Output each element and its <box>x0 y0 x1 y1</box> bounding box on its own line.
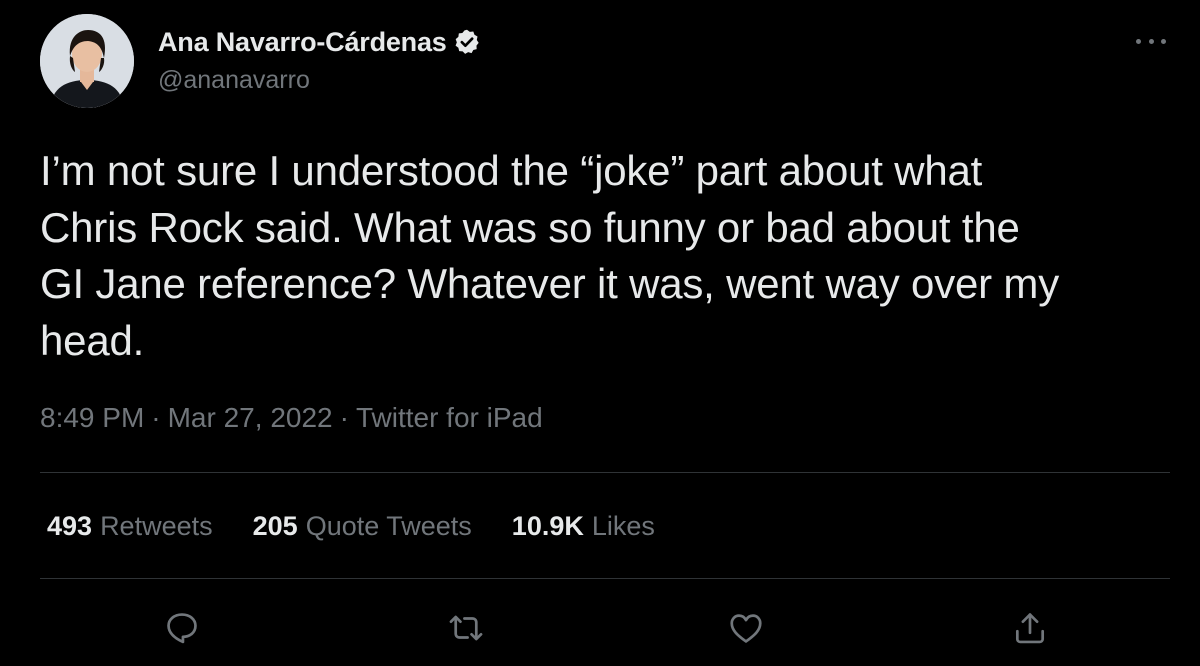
tweet-source[interactable]: Twitter for iPad <box>356 402 543 434</box>
more-options-icon[interactable] <box>1136 34 1166 48</box>
quote-tweets-label: Quote Tweets <box>305 510 472 541</box>
likes-stat[interactable]: 10.9K Likes <box>512 511 655 542</box>
tweet-time[interactable]: 8:49 PM <box>40 402 144 434</box>
like-button[interactable] <box>722 604 770 652</box>
reply-icon <box>167 613 197 644</box>
author-handle[interactable]: @ananavarro <box>158 66 310 95</box>
quote-tweets-stat[interactable]: 205 Quote Tweets <box>253 511 472 542</box>
retweets-stat[interactable]: 493 Retweets <box>47 511 213 542</box>
tweet-text: I’m not sure I understood the “joke” par… <box>40 147 1060 364</box>
retweets-count: 493 <box>47 510 93 541</box>
divider <box>40 578 1170 579</box>
tweet-actions <box>0 604 1200 652</box>
likes-label: Likes <box>591 510 655 541</box>
retweets-label: Retweets <box>100 510 213 541</box>
quote-tweets-count: 205 <box>252 510 298 541</box>
avatar-image <box>40 14 134 108</box>
author-name[interactable]: Ana Navarro-Cárdenas <box>158 27 447 58</box>
tweet-card: Ana Navarro-Cárdenas @ananavarro I’m not… <box>0 0 1200 666</box>
reply-button[interactable] <box>158 604 206 652</box>
author-name-row: Ana Navarro-Cárdenas <box>158 24 481 60</box>
like-icon <box>730 614 762 643</box>
tweet-meta: 8:49 PM · Mar 27, 2022 · Twitter for iPa… <box>40 400 543 436</box>
share-button[interactable] <box>1006 604 1054 652</box>
avatar[interactable] <box>40 14 134 108</box>
tweet-date[interactable]: Mar 27, 2022 <box>168 402 333 434</box>
engagement-stats: 493 Retweets 205 Quote Tweets 10.9K Like… <box>47 506 695 546</box>
divider <box>40 472 1170 473</box>
meta-separator: · <box>339 402 349 433</box>
share-icon <box>1015 613 1045 644</box>
retweet-icon <box>449 615 483 641</box>
verified-badge-icon <box>453 28 481 56</box>
meta-separator: · <box>151 402 161 433</box>
likes-count: 10.9K <box>511 510 584 541</box>
retweet-button[interactable] <box>442 604 490 652</box>
